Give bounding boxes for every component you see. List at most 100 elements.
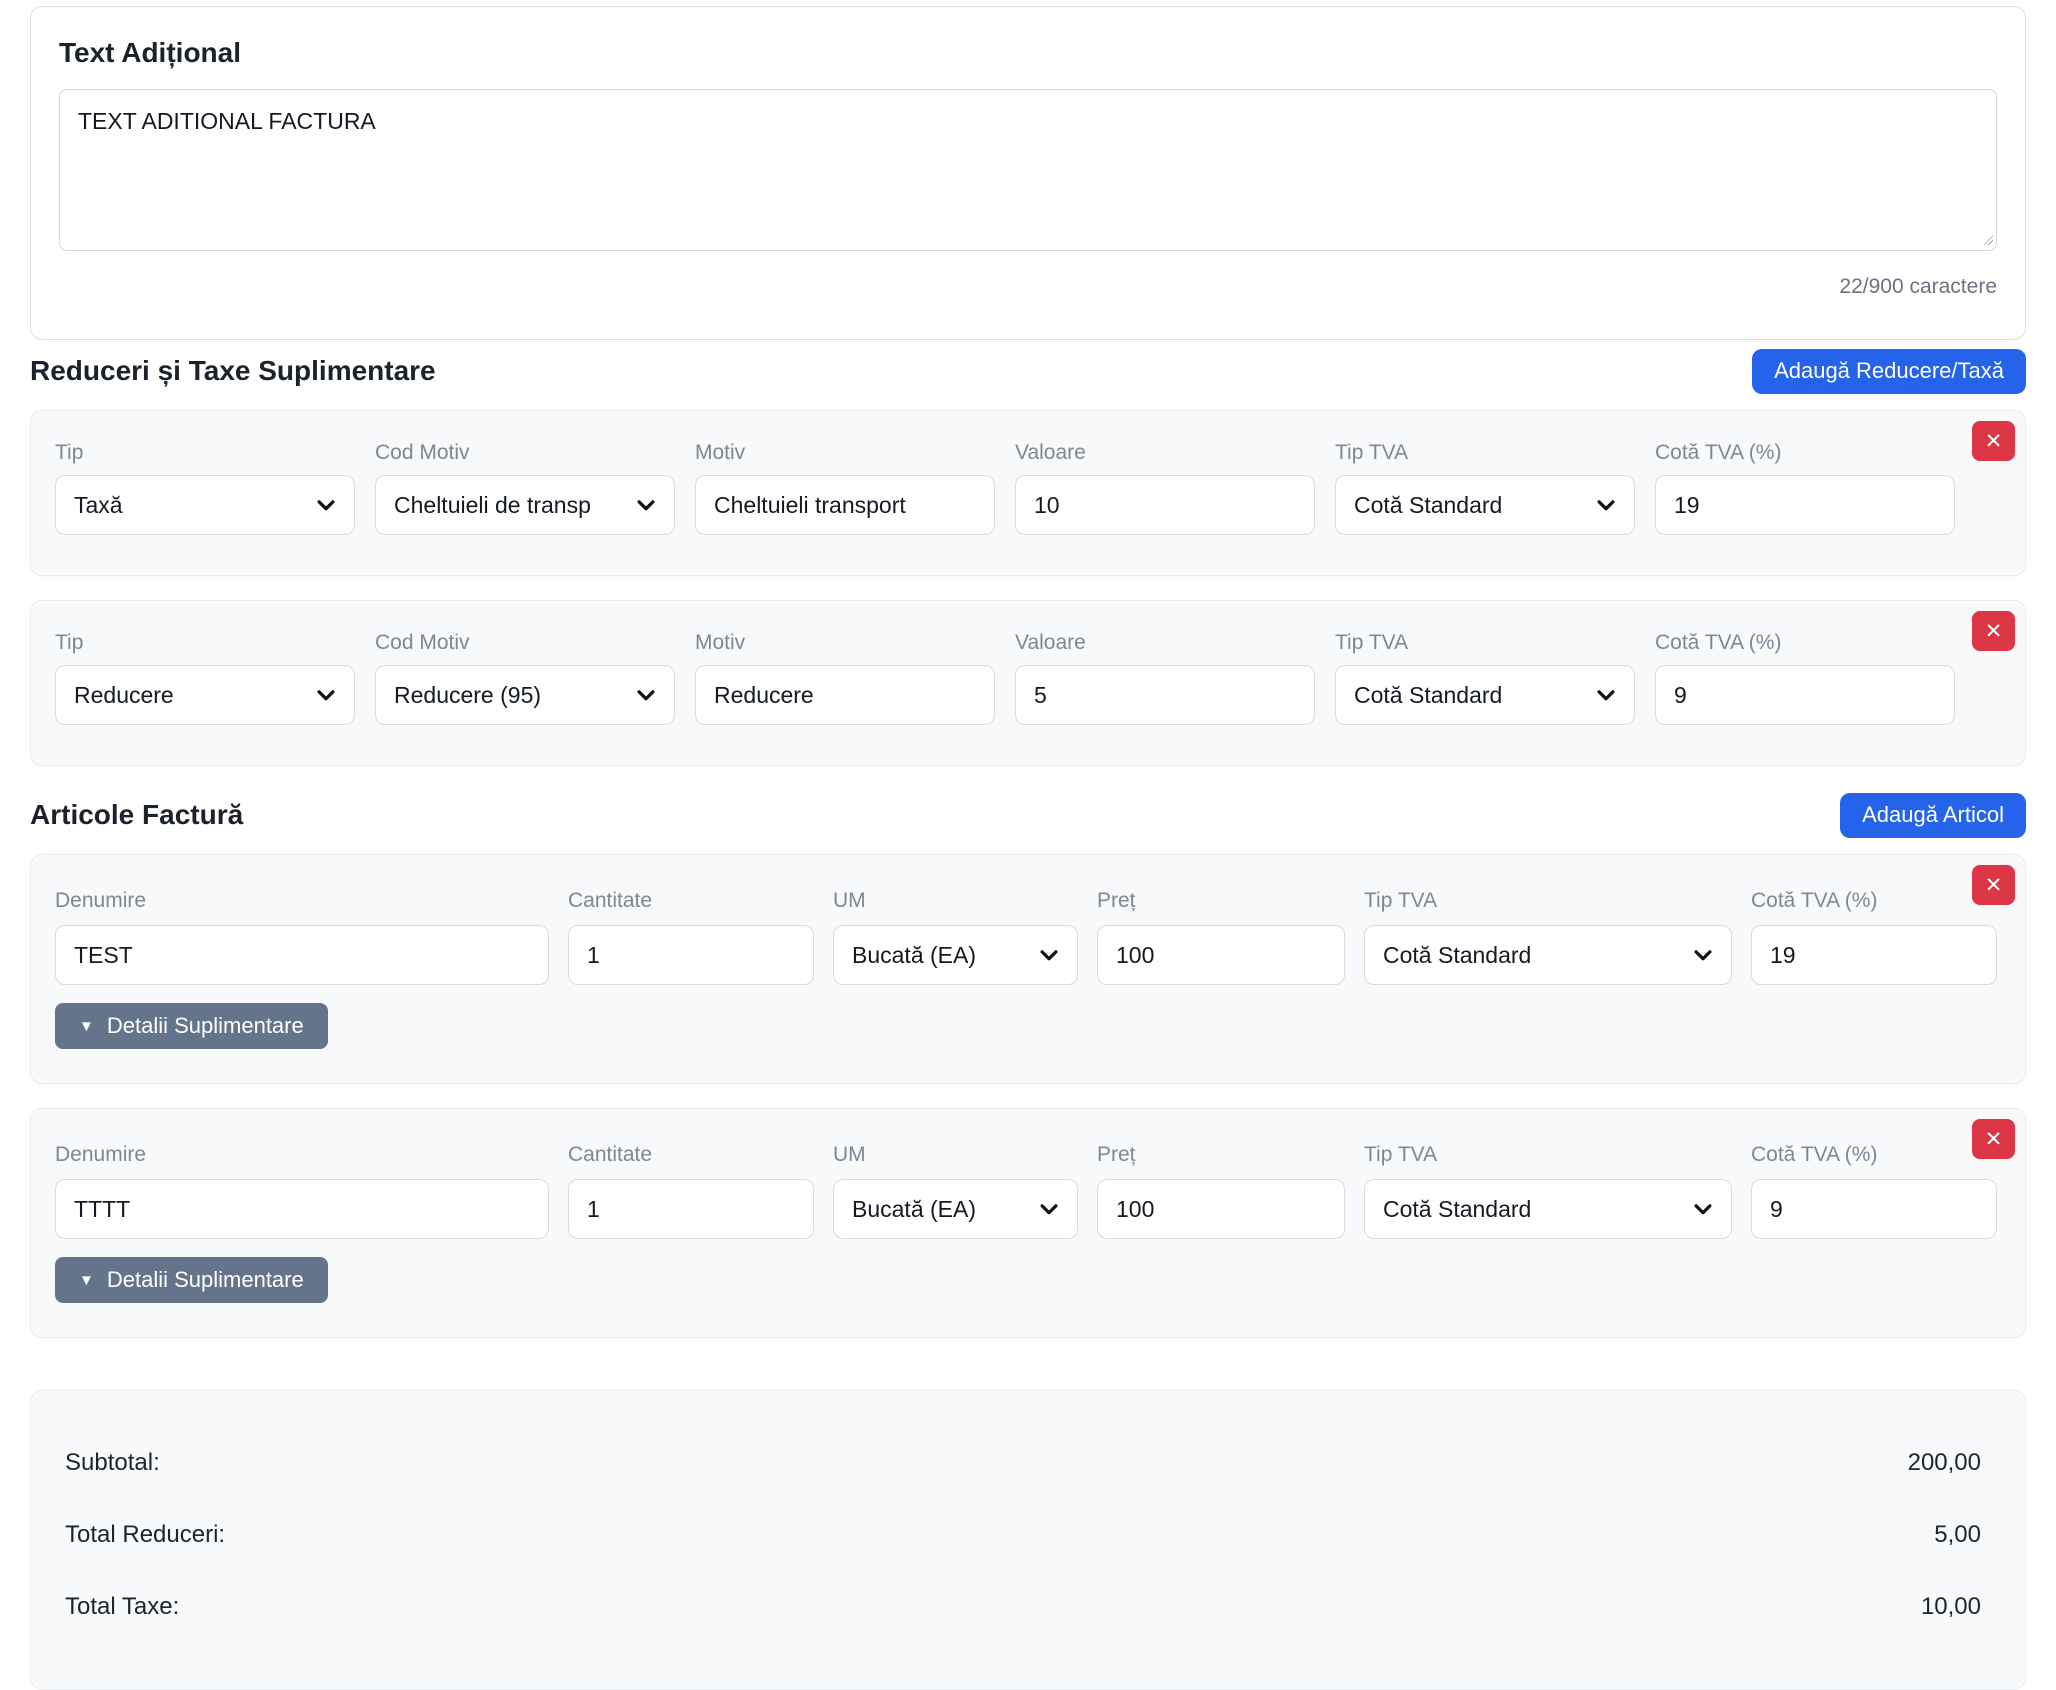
char-counter: 22/900 caractere: [59, 275, 1997, 299]
denumire-input[interactable]: [55, 925, 549, 985]
discount-row-grid: Tip Reducere Cod Motiv Reducere (95) Mot…: [55, 631, 2001, 725]
close-icon: ✕: [1985, 875, 2003, 896]
tip-tva-field: Tip TVA Cotă Standard: [1364, 889, 1732, 985]
pret-input[interactable]: [1097, 1179, 1345, 1239]
tip-tva-field: Tip TVA Cotă Standard: [1364, 1143, 1732, 1239]
tip-field: Tip Reducere: [55, 631, 355, 725]
additional-text-input[interactable]: TEXT ADITIONAL FACTURA: [59, 89, 1997, 251]
cod-motiv-label: Cod Motiv: [375, 441, 675, 465]
valoare-input[interactable]: [1015, 665, 1315, 725]
discount-row: ✕ Tip Taxă Cod Motiv Cheltuieli de trans…: [30, 410, 2026, 576]
tip-label: Tip: [55, 441, 355, 465]
items-title: Articole Factură: [30, 799, 243, 831]
chevron-down-icon: [316, 685, 336, 705]
total-discounts-row: Total Reduceri: 5,00: [65, 1521, 1981, 1549]
total-taxes-value: 10,00: [1921, 1593, 1981, 1621]
cota-tva-field: Cotă TVA (%): [1655, 441, 1955, 535]
tip-tva-label: Tip TVA: [1335, 631, 1635, 655]
tip-field: Tip Taxă: [55, 441, 355, 535]
motiv-input[interactable]: [695, 475, 995, 535]
remove-discount-row-button[interactable]: ✕: [1972, 611, 2015, 651]
cota-tva-input[interactable]: [1751, 1179, 1997, 1239]
valoare-field: Valoare: [1015, 631, 1315, 725]
tip-tva-field: Tip TVA Cotă Standard: [1335, 441, 1635, 535]
cota-tva-field: Cotă TVA (%): [1751, 889, 1997, 985]
denumire-input[interactable]: [55, 1179, 549, 1239]
cantitate-input[interactable]: [568, 925, 814, 985]
subtotal-label: Subtotal:: [65, 1449, 160, 1477]
tip-tva-select[interactable]: Cotă Standard: [1335, 665, 1635, 725]
um-select[interactable]: Bucată (EA): [833, 925, 1078, 985]
cota-tva-label: Cotă TVA (%): [1655, 441, 1955, 465]
details-toggle-label: Detalii Suplimentare: [107, 1267, 304, 1293]
close-icon: ✕: [1985, 621, 2003, 642]
cota-tva-input[interactable]: [1655, 475, 1955, 535]
item-row-grid: Denumire Cantitate UM Bucată (EA) Preț T…: [55, 889, 2001, 985]
tip-tva-field: Tip TVA Cotă Standard: [1335, 631, 1635, 725]
cantitate-input[interactable]: [568, 1179, 814, 1239]
totals-card: Subtotal: 200,00 Total Reduceri: 5,00 To…: [30, 1390, 2026, 1690]
chevron-down-icon: [1693, 1199, 1713, 1219]
remove-item-row-button[interactable]: ✕: [1972, 1119, 2015, 1159]
cod-motiv-label: Cod Motiv: [375, 631, 675, 655]
additional-text-wrap: TEXT ADITIONAL FACTURA: [59, 89, 1997, 251]
tip-select[interactable]: Reducere: [55, 665, 355, 725]
tip-tva-select[interactable]: Cotă Standard: [1364, 925, 1732, 985]
tip-tva-label: Tip TVA: [1364, 889, 1732, 913]
remove-item-row-button[interactable]: ✕: [1972, 865, 2015, 905]
tip-tva-select[interactable]: Cotă Standard: [1364, 1179, 1732, 1239]
chevron-down-icon: [316, 495, 336, 515]
cota-tva-input[interactable]: [1751, 925, 1997, 985]
cod-motiv-select[interactable]: Cheltuieli de transp: [375, 475, 675, 535]
denumire-label: Denumire: [55, 1143, 549, 1167]
caret-down-icon: ▼: [79, 1273, 94, 1288]
chevron-down-icon: [1596, 685, 1616, 705]
pret-field: Preț: [1097, 889, 1345, 985]
motiv-label: Motiv: [695, 631, 995, 655]
chevron-down-icon: [1596, 495, 1616, 515]
chevron-down-icon: [1039, 1199, 1059, 1219]
tip-select[interactable]: Taxă: [55, 475, 355, 535]
discounts-title: Reduceri și Taxe Suplimentare: [30, 355, 436, 387]
subtotal-row: Subtotal: 200,00: [65, 1449, 1981, 1477]
details-toggle-label: Detalii Suplimentare: [107, 1013, 304, 1039]
total-discounts-label: Total Reduceri:: [65, 1521, 225, 1549]
valoare-label: Valoare: [1015, 631, 1315, 655]
close-icon: ✕: [1985, 1129, 2003, 1150]
um-field: UM Bucată (EA): [833, 889, 1078, 985]
discount-row-grid: Tip Taxă Cod Motiv Cheltuieli de transp …: [55, 441, 2001, 535]
discounts-header: Reduceri și Taxe Suplimentare Adaugă Red…: [30, 348, 2026, 394]
tip-tva-select[interactable]: Cotă Standard: [1335, 475, 1635, 535]
valoare-input[interactable]: [1015, 475, 1315, 535]
total-discounts-value: 5,00: [1934, 1521, 1981, 1549]
add-item-button[interactable]: Adaugă Articol: [1840, 793, 2026, 838]
denumire-field: Denumire: [55, 1143, 549, 1239]
item-row-grid: Denumire Cantitate UM Bucată (EA) Preț T…: [55, 1143, 2001, 1239]
additional-text-card: Text Adițional TEXT ADITIONAL FACTURA 22…: [30, 6, 2026, 340]
motiv-field: Motiv: [695, 441, 995, 535]
remove-discount-row-button[interactable]: ✕: [1972, 421, 2015, 461]
chevron-down-icon: [1039, 945, 1059, 965]
cota-tva-input[interactable]: [1655, 665, 1955, 725]
motiv-input[interactable]: [695, 665, 995, 725]
denumire-field: Denumire: [55, 889, 549, 985]
motiv-field: Motiv: [695, 631, 995, 725]
cota-tva-label: Cotă TVA (%): [1751, 889, 1997, 913]
cod-motiv-field: Cod Motiv Reducere (95): [375, 631, 675, 725]
details-toggle-button[interactable]: ▼ Detalii Suplimentare: [55, 1257, 328, 1303]
cod-motiv-select[interactable]: Reducere (95): [375, 665, 675, 725]
cantitate-label: Cantitate: [568, 1143, 814, 1167]
additional-text-title: Text Adițional: [59, 37, 1997, 69]
um-select[interactable]: Bucată (EA): [833, 1179, 1078, 1239]
item-row: ✕ Denumire Cantitate UM Bucată (EA) Preț: [30, 1108, 2026, 1338]
chevron-down-icon: [636, 495, 656, 515]
pret-label: Preț: [1097, 1143, 1345, 1167]
details-toggle-button[interactable]: ▼ Detalii Suplimentare: [55, 1003, 328, 1049]
add-discount-button[interactable]: Adaugă Reducere/Taxă: [1752, 349, 2026, 394]
valoare-field: Valoare: [1015, 441, 1315, 535]
pret-input[interactable]: [1097, 925, 1345, 985]
items-header: Articole Factură Adaugă Articol: [30, 792, 2026, 838]
denumire-label: Denumire: [55, 889, 549, 913]
total-taxes-label: Total Taxe:: [65, 1593, 179, 1621]
um-label: UM: [833, 889, 1078, 913]
